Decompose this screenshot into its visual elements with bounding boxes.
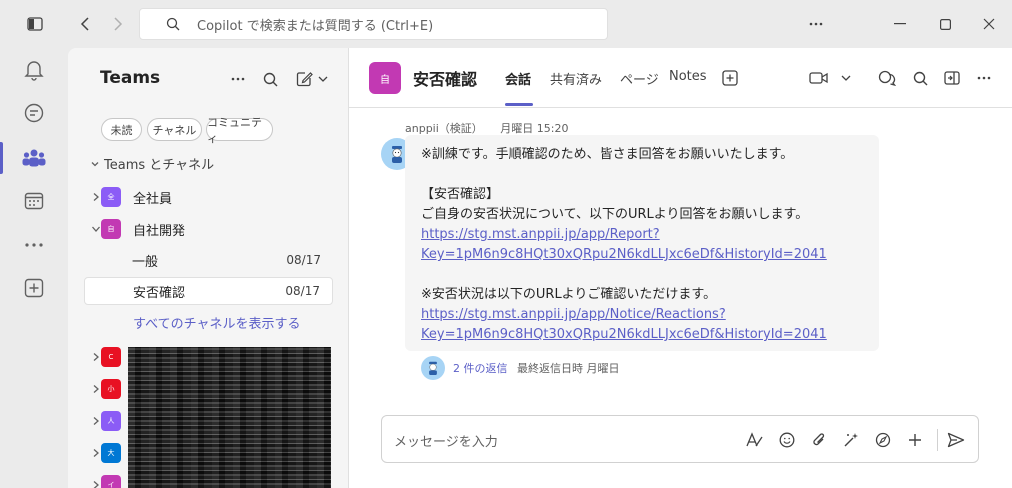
sender-name: anppii（検証） xyxy=(405,122,483,135)
open-panel-icon[interactable] xyxy=(941,67,963,89)
more-options-icon[interactable] xyxy=(804,12,828,36)
copilot-rewrite-icon[interactable] xyxy=(840,429,862,451)
panel-more-icon[interactable] xyxy=(227,68,249,90)
message-meta: anppii（検証） 月曜日 15:20 xyxy=(405,120,569,136)
filter-channel-pill[interactable]: チャネル xyxy=(147,118,202,141)
filter-community-pill[interactable]: コミュニティ xyxy=(206,116,273,145)
tab-notes[interactable]: Notes xyxy=(669,69,707,84)
teams-panel: Teams 未読 チャネル コミュニティ Teams とチャネル 全 全社員 自… xyxy=(68,48,349,488)
video-call-icon[interactable] xyxy=(807,67,855,89)
conversation-icon[interactable] xyxy=(876,67,898,89)
attach-icon[interactable] xyxy=(808,429,830,451)
format-icon[interactable] xyxy=(744,429,766,451)
team-row-internal-dev[interactable]: 自 自社開発 xyxy=(68,215,348,243)
report-link-cont[interactable]: Key=1pM6n9c8HQt30xQRpu2N6kdLLJxc6eDf&His… xyxy=(421,245,863,265)
search-input[interactable]: Copilot で検索または質問する (Ctrl+E) xyxy=(139,8,608,40)
compose-placeholder: メッセージを入力 xyxy=(394,435,498,450)
message-line: ※安否状況は以下のURLよりご確認いただけます。 xyxy=(421,287,717,302)
rail-active-indicator xyxy=(0,142,3,174)
last-reply-info: 最終返信日時 月曜日 xyxy=(517,362,620,375)
add-app-icon[interactable] xyxy=(20,274,48,302)
channel-title: 安否確認 xyxy=(413,70,478,89)
send-icon[interactable] xyxy=(945,429,967,451)
minimize-icon[interactable] xyxy=(888,12,912,36)
channel-header: 自 安否確認 会話 共有済み ページ Notes xyxy=(349,48,1012,108)
reactions-link[interactable]: https://stg.mst.anppii.jp/app/Notice/Rea… xyxy=(421,305,863,325)
channel-item-general[interactable]: 一般 08/17 xyxy=(84,246,333,274)
search-icon[interactable] xyxy=(909,67,931,89)
search-icon xyxy=(166,17,180,31)
message-line xyxy=(421,265,863,285)
back-arrow-icon[interactable] xyxy=(74,13,96,35)
channel-item-safety-check[interactable]: 安否確認 08/17 xyxy=(84,277,333,305)
report-link[interactable]: https://stg.mst.anppii.jp/app/Report? xyxy=(421,225,863,245)
teams-and-channels-header[interactable]: Teams とチャネル xyxy=(90,154,214,173)
title-bar: Copilot で検索または質問する (Ctrl+E) xyxy=(0,0,1012,48)
channel-name: 一般 xyxy=(132,254,159,270)
loop-icon[interactable] xyxy=(872,429,894,451)
channel-date: 08/17 xyxy=(285,284,320,298)
reactions-link-cont[interactable]: Key=1pM6n9c8HQt30xQRpu2N6kdLLJxc6eDf&His… xyxy=(421,325,863,345)
calendar-icon[interactable] xyxy=(20,187,48,215)
message-line xyxy=(421,165,863,185)
search-placeholder: Copilot で検索または質問する (Ctrl+E) xyxy=(197,18,434,34)
chat-icon[interactable] xyxy=(20,99,48,127)
team-name: 自社開発 xyxy=(133,223,186,239)
message-line: ご自身の安否状況について、以下のURLより回答をお願いします。 xyxy=(421,207,809,222)
reply-avatar xyxy=(421,356,445,380)
show-all-channels-link[interactable]: すべてのチャネルを表示する xyxy=(133,313,300,332)
team-avatar: 人 xyxy=(101,411,121,431)
team-name: 全社員 xyxy=(133,191,173,207)
channel-avatar: 自 xyxy=(369,62,401,94)
team-avatar: 全 xyxy=(101,187,121,207)
emoji-icon[interactable] xyxy=(776,429,798,451)
panel-title: Teams xyxy=(100,68,161,88)
compose-new-icon[interactable] xyxy=(293,68,333,90)
tab-conversation[interactable]: 会話 xyxy=(505,69,531,88)
team-avatar: 大 xyxy=(101,443,121,463)
compose-divider xyxy=(937,429,938,451)
close-icon[interactable] xyxy=(977,12,1001,36)
tab-shared[interactable]: 共有済み xyxy=(550,69,602,88)
tab-pages[interactable]: ページ xyxy=(620,69,659,88)
filter-unread-pill[interactable]: 未読 xyxy=(101,118,142,141)
message-bubble: ※訓練です。手順確認のため、皆さま回答をお願いいたします。 【安否確認】 ご自身… xyxy=(405,135,879,351)
maximize-icon[interactable] xyxy=(933,12,957,36)
replies-link[interactable]: 2 件の返信 xyxy=(453,360,508,376)
active-tab-indicator xyxy=(505,103,533,106)
app-rail xyxy=(0,48,68,488)
team-row-all-staff[interactable]: 全 全社員 xyxy=(68,183,348,211)
bell-icon[interactable] xyxy=(20,56,48,84)
section-header-label: Teams とチャネル xyxy=(104,158,215,173)
team-avatar: 自 xyxy=(101,219,121,239)
message-line: 【安否確認】 xyxy=(421,187,500,202)
team-avatar: C xyxy=(101,347,121,367)
panel-search-icon[interactable] xyxy=(259,68,281,90)
more-apps-icon[interactable] xyxy=(20,231,48,259)
message-compose-box[interactable]: メッセージを入力 xyxy=(381,415,979,463)
chevron-down-icon xyxy=(91,161,99,166)
add-icon[interactable] xyxy=(904,429,926,451)
channel-date: 08/17 xyxy=(286,253,321,267)
forward-arrow-icon[interactable] xyxy=(107,13,129,35)
add-tab-icon[interactable] xyxy=(719,67,741,89)
redacted-team-names xyxy=(128,347,331,488)
message-time: 月曜日 15:20 xyxy=(500,122,569,135)
more-options-icon[interactable] xyxy=(973,67,995,89)
teams-icon[interactable] xyxy=(20,144,48,172)
team-avatar: イ xyxy=(101,475,121,488)
channel-name: 安否確認 xyxy=(133,285,186,301)
channel-view: 自 安否確認 会話 共有済み ページ Notes anppii（検証） 月曜日 … xyxy=(349,48,1012,488)
message-line: ※訓練です。手順確認のため、皆さま回答をお願いいたします。 xyxy=(421,147,794,162)
team-avatar: 小 xyxy=(101,379,121,399)
sidebar-toggle-icon[interactable] xyxy=(24,13,46,35)
